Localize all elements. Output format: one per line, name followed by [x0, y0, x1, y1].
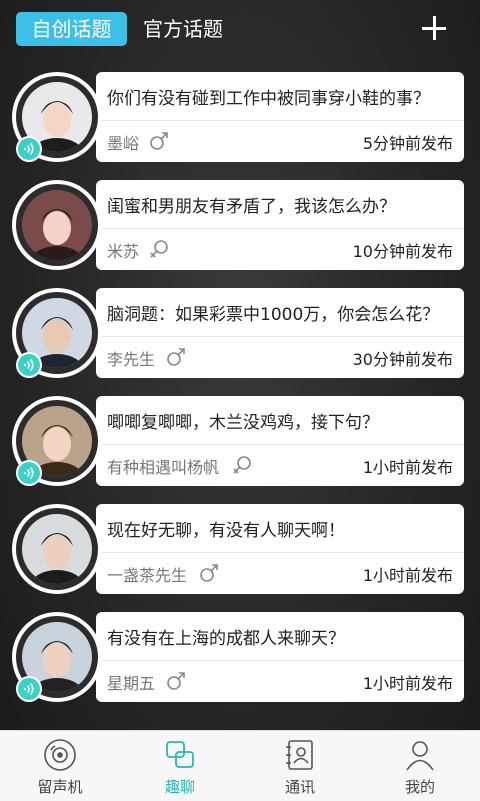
- topic-card[interactable]: 你们有没有碰到工作中被同事穿小鞋的事？ 墨峪 5分钟前发布: [12, 72, 465, 162]
- divider: [100, 552, 464, 553]
- topic-card[interactable]: 闺蜜和男朋友有矛盾了，我该怎么办？ 米苏 10分钟前发布: [12, 180, 465, 270]
- voice-icon[interactable]: [16, 676, 42, 702]
- topic-title[interactable]: 有没有在上海的成都人来聊天？: [107, 624, 457, 649]
- author-name: 有种相遇叫杨帆: [107, 458, 220, 477]
- plus-icon[interactable]: [418, 12, 450, 44]
- nav-label: 趣聊: [164, 778, 195, 796]
- author-name: 米苏: [107, 242, 140, 261]
- avatar[interactable]: [22, 514, 92, 584]
- nav-label: 留声机: [37, 778, 83, 796]
- divider: [100, 660, 464, 661]
- nav-label: 通讯: [284, 778, 315, 796]
- nav-item-chat[interactable]: 趣聊: [120, 731, 240, 801]
- topic-title[interactable]: 闺蜜和男朋友有矛盾了，我该怎么办？: [107, 192, 457, 217]
- contacts-book-icon: [282, 737, 318, 773]
- post-time: 1小时前发布: [362, 674, 453, 693]
- author-name: 墨峪: [107, 134, 140, 153]
- nav-item-gramophone[interactable]: 留声机: [0, 731, 120, 801]
- author-name: 一盏茶先生: [107, 566, 188, 585]
- record-disc-icon: [42, 737, 78, 773]
- divider: [100, 336, 464, 337]
- bottom-nav: 留声机 趣聊 通讯 我的: [0, 730, 480, 801]
- nav-item-mine[interactable]: 我的: [360, 731, 480, 801]
- topic-card[interactable]: 唧唧复唧唧，木兰没鸡鸡，接下句？ 有种相遇叫杨帆 1小时前发布: [12, 396, 465, 486]
- post-time: 1小时前发布: [362, 566, 453, 585]
- male-icon: [148, 130, 170, 152]
- topic-card[interactable]: 有没有在上海的成都人来聊天？ 星期五 1小时前发布: [12, 612, 465, 702]
- female-icon: [148, 238, 170, 260]
- person-icon: [402, 737, 438, 773]
- male-icon: [165, 346, 187, 368]
- avatar[interactable]: [22, 190, 92, 260]
- author-name: 李先生: [107, 350, 156, 369]
- top-bar: 自创话题 官方话题: [0, 0, 480, 60]
- topic-title[interactable]: 脑洞题：如果彩票中1000万，你会怎么花？: [107, 300, 457, 325]
- nav-item-contacts[interactable]: 通讯: [240, 731, 360, 801]
- topic-title[interactable]: 你们有没有碰到工作中被同事穿小鞋的事？: [107, 84, 457, 109]
- voice-icon[interactable]: [16, 352, 42, 378]
- topic-title[interactable]: 现在好无聊，有没有人聊天啊！: [107, 516, 457, 541]
- divider: [100, 228, 464, 229]
- chat-squares-icon: [162, 737, 198, 773]
- post-time: 30分钟前发布: [352, 350, 453, 369]
- nav-label: 我的: [404, 778, 435, 796]
- topic-card[interactable]: 脑洞题：如果彩票中1000万，你会怎么花？ 李先生 30分钟前发布: [12, 288, 465, 378]
- voice-icon[interactable]: [16, 136, 42, 162]
- post-time: 10分钟前发布: [352, 242, 453, 261]
- post-time: 5分钟前发布: [362, 134, 453, 153]
- divider: [100, 444, 464, 445]
- voice-icon[interactable]: [16, 460, 42, 486]
- topic-title[interactable]: 唧唧复唧唧，木兰没鸡鸡，接下句？: [107, 408, 457, 433]
- male-icon: [198, 562, 220, 584]
- male-icon: [165, 670, 187, 692]
- female-icon: [231, 454, 253, 476]
- topic-card[interactable]: 现在好无聊，有没有人聊天啊！ 一盏茶先生 1小时前发布: [12, 504, 465, 594]
- tab-custom-topics[interactable]: 自创话题: [16, 12, 127, 46]
- divider: [100, 120, 464, 121]
- author-name: 星期五: [107, 674, 156, 693]
- post-time: 1小时前发布: [362, 458, 453, 477]
- tab-official-topics[interactable]: 官方话题: [143, 12, 223, 46]
